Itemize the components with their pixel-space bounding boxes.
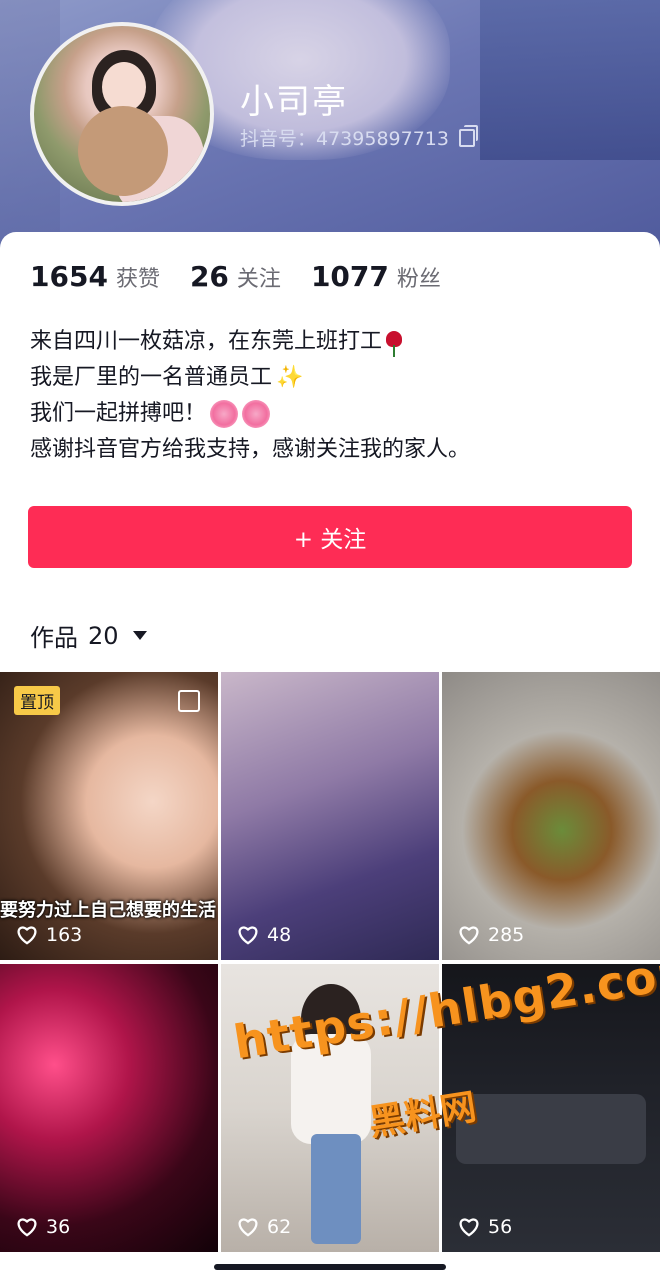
bio-line-text: 我是厂里的一名普通员工	[30, 365, 273, 390]
like-count: 56	[458, 1216, 512, 1238]
pinned-badge: 置顶	[14, 686, 60, 715]
like-count-value: 285	[488, 924, 525, 946]
likes-label[interactable]: 获赞	[116, 261, 160, 293]
following-label[interactable]: 关注	[237, 261, 281, 293]
bio-line-text: 来自四川一枚菇凉，在东莞上班打工	[30, 329, 383, 354]
followers-count[interactable]: 1077	[311, 260, 389, 293]
header-background-wall	[480, 0, 660, 160]
blossom-emoji-icon	[242, 400, 271, 428]
screenshot-card	[456, 1094, 646, 1164]
following-count[interactable]: 26	[190, 260, 229, 293]
bio-line-text: 感谢抖音官方给我支持，感谢关注我的家人。	[30, 437, 471, 462]
like-count-value: 48	[267, 924, 292, 946]
works-label: 作品	[30, 624, 78, 652]
bio-line: 感谢抖音官方给我支持，感谢关注我的家人。	[30, 432, 630, 468]
video-thumbnail[interactable]: 285	[442, 672, 660, 960]
video-thumbnail[interactable]: 置顶 要努力过上自己想要的生活 163	[0, 672, 218, 960]
likes-count[interactable]: 1654	[30, 260, 108, 293]
blossom-emoji-icon	[210, 400, 239, 428]
rose-emoji-icon	[386, 331, 403, 357]
like-count-value: 62	[267, 1216, 292, 1238]
douyin-id: 抖音号：47395897713	[240, 128, 449, 150]
works-count: 20	[88, 621, 119, 650]
video-thumbnail[interactable]: 36	[0, 964, 218, 1252]
sparkles-emoji-icon: ✨	[276, 365, 304, 390]
like-count: 163	[16, 924, 82, 946]
bio: 来自四川一枚菇凉，在东莞上班打工 我是厂里的一名普通员工 ✨ 我们一起拼搏吧！ 感…	[30, 324, 630, 468]
bio-line: 我们一起拼搏吧！	[30, 396, 630, 432]
profile-name: 小司亭	[240, 82, 348, 122]
follow-button[interactable]: + 关注	[28, 506, 632, 568]
bio-line: 我是厂里的一名普通员工 ✨	[30, 360, 630, 396]
heart-icon	[238, 926, 258, 945]
avatar-face	[102, 62, 146, 112]
douyin-id-row[interactable]: 抖音号：47395897713	[240, 124, 478, 151]
like-count-value: 163	[46, 924, 83, 946]
person-jeans	[311, 1134, 361, 1244]
heart-icon	[17, 1218, 37, 1237]
like-count: 62	[237, 1216, 291, 1238]
like-count-value: 36	[46, 1216, 71, 1238]
video-thumbnail[interactable]: 48	[221, 672, 439, 960]
like-count: 285	[458, 924, 524, 946]
bio-line-text: 我们一起拼搏吧！	[30, 401, 207, 426]
bio-line: 来自四川一枚菇凉，在东莞上班打工	[30, 324, 630, 360]
heart-icon	[459, 1218, 479, 1237]
heart-icon	[238, 1218, 258, 1237]
video-caption: 要努力过上自己想要的生活	[0, 900, 216, 921]
stats-row: 1654 获赞 26 关注 1077 粉丝	[30, 260, 471, 293]
profile-header: 小司亭 抖音号：47395897713	[0, 0, 660, 260]
followers-label[interactable]: 粉丝	[397, 261, 441, 293]
home-indicator[interactable]	[214, 1264, 446, 1270]
works-tab[interactable]: 作品 20	[30, 618, 147, 653]
avatar-teddy-bear	[78, 106, 168, 196]
copy-icon[interactable]	[458, 124, 478, 147]
like-count: 48	[237, 924, 291, 946]
heart-icon	[459, 926, 479, 945]
avatar[interactable]	[30, 22, 214, 206]
chevron-down-icon	[132, 631, 147, 640]
heart-icon	[17, 926, 37, 945]
like-count-value: 56	[488, 1216, 513, 1238]
like-count: 36	[16, 1216, 70, 1238]
multi-image-icon	[178, 690, 200, 712]
